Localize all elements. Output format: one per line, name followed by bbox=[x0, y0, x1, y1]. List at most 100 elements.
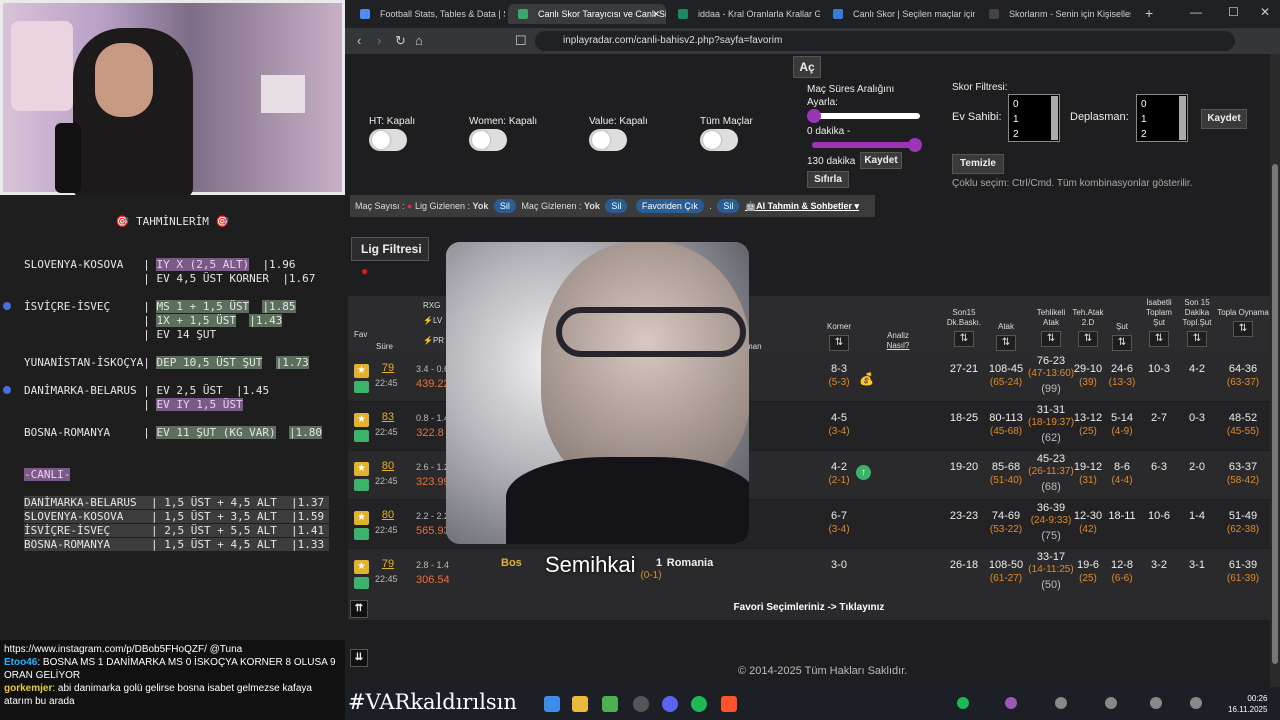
scroll-down-button[interactable]: ⇊ bbox=[350, 649, 368, 667]
favorite-star-icon[interactable]: ★ bbox=[354, 511, 369, 525]
forward-icon[interactable]: › bbox=[377, 33, 381, 48]
minimize-icon[interactable]: — bbox=[1190, 5, 1202, 19]
stats-icon[interactable] bbox=[354, 479, 369, 491]
favorites-footer[interactable]: Favori Seçimleriniz -> Tıklayınız bbox=[348, 596, 1270, 620]
tray-icon[interactable] bbox=[1105, 697, 1117, 709]
favorite-sil-button[interactable]: Sil bbox=[717, 199, 740, 213]
range-reset-button[interactable]: Sıfırla bbox=[807, 171, 849, 188]
home-score-list[interactable]: 012 bbox=[1008, 94, 1060, 142]
topla-cell: 51-49 bbox=[1228, 510, 1258, 522]
open-button[interactable]: Aç bbox=[793, 56, 821, 78]
obs-icon[interactable] bbox=[633, 696, 649, 712]
pr-button[interactable]: ⚡PR bbox=[423, 336, 444, 346]
atak-cell: 85-68 bbox=[991, 461, 1021, 473]
new-tab-icon[interactable]: + bbox=[1145, 5, 1153, 21]
scroll-up-button[interactable]: ⇈ bbox=[350, 600, 368, 618]
tehl-cell: 33-17 bbox=[1036, 551, 1066, 563]
back-icon[interactable]: ‹ bbox=[357, 33, 361, 48]
stats-icon[interactable] bbox=[354, 528, 369, 540]
max-slider-handle[interactable] bbox=[908, 138, 922, 152]
close-window-icon[interactable]: ✕ bbox=[1260, 5, 1270, 19]
maximize-icon[interactable]: ☐ bbox=[1228, 5, 1239, 19]
discord-icon[interactable] bbox=[662, 696, 678, 712]
min-range-slider[interactable] bbox=[812, 113, 920, 119]
sort-icon[interactable]: ⇅ bbox=[1149, 331, 1169, 347]
windows-start-icon[interactable] bbox=[544, 696, 560, 712]
korner-sub-cell: (3-4) bbox=[828, 524, 850, 535]
max-range-slider[interactable] bbox=[812, 142, 920, 148]
tehl-sub-cell: (47-13:60) bbox=[1028, 368, 1075, 379]
spotify-icon[interactable] bbox=[691, 696, 707, 712]
reload-icon[interactable]: ↻ bbox=[395, 33, 406, 49]
close-icon[interactable]: ✕ bbox=[652, 4, 660, 24]
ai-chat-link[interactable]: 🤖AI Tahmin & Sohbetler ▾ bbox=[745, 201, 859, 211]
home-icon[interactable]: ⌂ bbox=[415, 33, 423, 48]
tray-spotify-icon[interactable] bbox=[957, 697, 969, 709]
multi-select-hint: Çoklu seçim: Ctrl/Cmd. Tüm kombinasyonla… bbox=[952, 178, 1193, 189]
clear-button[interactable]: Temizle bbox=[952, 154, 1004, 174]
prediction-line: | EV 4,5 ÜST KORNER |1.67 bbox=[24, 272, 316, 285]
system-clock[interactable]: 00:26 16.11.2025 bbox=[1228, 693, 1267, 715]
sort-icon[interactable]: ⇅ bbox=[829, 335, 849, 351]
topla-sub-cell: (62-38) bbox=[1226, 524, 1260, 535]
away-score-list[interactable]: 012 bbox=[1136, 94, 1188, 142]
women-toggle[interactable] bbox=[469, 129, 507, 151]
url-field[interactable]: inplayradar.com/canli-bahisv2.php?sayfa=… bbox=[535, 31, 1235, 51]
sort-icon[interactable]: ⇅ bbox=[1187, 331, 1207, 347]
page-scrollbar[interactable] bbox=[1270, 54, 1280, 687]
chat-message: gorkemjer: abi danimarka golü gelirse bo… bbox=[4, 683, 312, 707]
score-filter-title: Skor Filtresi: bbox=[952, 82, 1008, 93]
all-matches-label: Tüm Maçlar bbox=[700, 116, 753, 127]
favorite-star-icon[interactable]: ★ bbox=[354, 413, 369, 427]
mic-icon[interactable] bbox=[1150, 697, 1162, 709]
file-explorer-icon[interactable] bbox=[572, 696, 588, 712]
streamer-webcam bbox=[0, 0, 345, 198]
korner-header: Korner ⇅ bbox=[823, 322, 855, 351]
stats-icon[interactable] bbox=[354, 577, 369, 589]
bullet-icon bbox=[3, 302, 11, 310]
score-save-button[interactable]: Kaydet bbox=[1201, 109, 1247, 129]
home-team: Bos bbox=[501, 557, 522, 569]
stats-icon[interactable] bbox=[354, 430, 369, 442]
how-link[interactable]: Nasıl? bbox=[887, 341, 910, 350]
sort-icon[interactable]: ⇅ bbox=[1041, 331, 1061, 347]
tab-football-stats[interactable]: Football Stats, Tables & Data | Socc bbox=[350, 4, 505, 24]
remove-favorite-button[interactable]: Favoriden Çık bbox=[635, 199, 704, 213]
hashtag-overlay: #VARkaldırılsın bbox=[348, 690, 517, 714]
favorite-star-icon[interactable]: ★ bbox=[354, 462, 369, 476]
tray-icon[interactable] bbox=[1055, 697, 1067, 709]
mac-sil-button[interactable]: Sil bbox=[605, 199, 628, 213]
stats-icon[interactable] bbox=[354, 381, 369, 393]
filter-bar: Maç Sayısı : ● Lig Gizlenen : Yok Sil Ma… bbox=[350, 195, 875, 217]
sort-icon[interactable]: ⇅ bbox=[1112, 335, 1132, 351]
tab-iddaa[interactable]: iddaa - Kral Oranlarla Krallar Gibi K bbox=[668, 4, 820, 24]
favorite-star-icon[interactable]: ★ bbox=[354, 560, 369, 574]
tab-canli-skor[interactable]: Canlı Skor Tarayıcısı ve Canlı Si ✕ bbox=[508, 4, 666, 24]
lv-button[interactable]: ⚡LV bbox=[423, 316, 442, 326]
atak-cell: 108-45 bbox=[988, 363, 1024, 375]
tab-canli-skor-2[interactable]: Canlı Skor | Seçilen maçlar için canl bbox=[823, 4, 975, 24]
sort-icon[interactable]: ⇅ bbox=[1078, 331, 1098, 347]
sort-icon[interactable]: ⇅ bbox=[1233, 321, 1253, 337]
all-matches-toggle[interactable] bbox=[700, 129, 738, 151]
ht-toggle[interactable] bbox=[369, 129, 407, 151]
bookmark-icon[interactable]: ☐ bbox=[515, 33, 527, 49]
tray-pen-icon[interactable] bbox=[1005, 697, 1017, 709]
tehl-sub-cell: (26-11:37) bbox=[1028, 466, 1074, 477]
sort-icon[interactable]: ⇅ bbox=[954, 331, 974, 347]
tab-skorlarim[interactable]: Skorlarım - Senin için Kişiselleştirilm bbox=[979, 4, 1131, 24]
tehl-total-cell: (99) bbox=[1041, 383, 1061, 395]
notepad-icon[interactable] bbox=[602, 696, 618, 712]
lig-sil-button[interactable]: Sil bbox=[493, 199, 516, 213]
value-toggle[interactable] bbox=[589, 129, 627, 151]
favorite-star-icon[interactable]: ★ bbox=[354, 364, 369, 378]
league-filter-button[interactable]: Lig Filtresi ● bbox=[351, 237, 429, 278]
women-label: Women: Kapalı bbox=[469, 116, 538, 127]
volume-icon[interactable] bbox=[1190, 697, 1202, 709]
sort-icon[interactable]: ⇅ bbox=[996, 335, 1016, 351]
son15s-cell: 1-4 bbox=[1189, 510, 1205, 522]
table-row[interactable]: ★ 79 22:45 2.8 - 1.4 306.54 3-0 26-18 108-50 (61… bbox=[348, 549, 1270, 597]
brave-icon[interactable] bbox=[721, 696, 737, 712]
min-slider-handle[interactable] bbox=[807, 109, 821, 123]
range-save-button[interactable]: Kaydet bbox=[860, 152, 902, 169]
